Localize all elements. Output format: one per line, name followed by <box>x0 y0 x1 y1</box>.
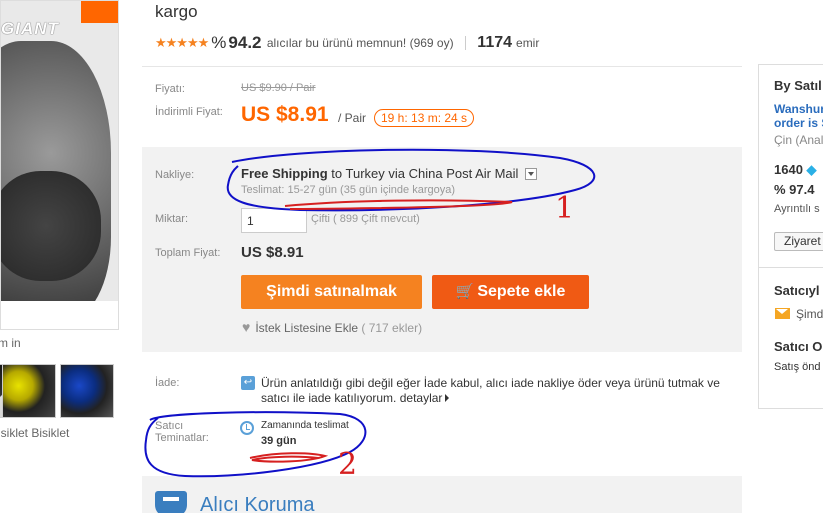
annotation-scribble-days <box>249 452 329 463</box>
shipping-destination[interactable]: Turkey via China Post Air Mail <box>346 166 519 181</box>
brand-logo: GIANT <box>1 19 59 38</box>
star-rating-icon[interactable]: ★★★★★ <box>155 35 209 50</box>
seller-sales-text: Satış önd <box>774 361 821 373</box>
seller-heading: By Satıl <box>774 78 822 93</box>
shipping-to: to <box>331 166 343 181</box>
free-shipping: Free Shipping <box>241 166 328 181</box>
countdown-timer: 19 h: 13 m: 24 s <box>374 109 475 127</box>
seller-score-value: 1640 <box>774 162 803 177</box>
promo-ribbon <box>81 1 118 23</box>
returns-label: İade: <box>155 377 180 389</box>
on-time-delivery-value: 39 gün <box>261 435 297 447</box>
heart-icon: ♥ <box>242 319 251 335</box>
discount-price-label: İndirimli Fiyat: <box>155 106 223 118</box>
return-policy-text: Ürün anlatıldığı gibi değil eğer İade ka… <box>261 376 720 405</box>
wishlist-label: İstek Listesine Ekle <box>255 321 359 335</box>
contact-now-link[interactable]: Şimd <box>796 307 823 321</box>
shipping-label: Nakliye: <box>155 169 195 181</box>
arrow-right-icon <box>445 394 450 402</box>
thumbnail-blue[interactable] <box>60 364 114 418</box>
percent-sign: % <box>211 33 227 52</box>
thumbnail-yellow[interactable] <box>2 364 56 418</box>
shipping-selector[interactable]: Free Shipping to Turkey via China Post A… <box>241 166 538 181</box>
product-gallery: GIANT m in isiklet Bisiklet <box>0 0 122 513</box>
seller-positive-feedback: % 97.4 <box>774 182 815 197</box>
thumbnail-caption: isiklet Bisiklet <box>0 426 70 440</box>
positive-percent: 94.2 <box>228 33 262 52</box>
wishlist-link[interactable]: ♥ İstek Listesine Ekle ( 717 ekler) <box>242 319 422 335</box>
buy-now-button[interactable]: Şimdi satınalmak <box>241 275 422 309</box>
chevron-down-icon[interactable] <box>525 167 538 180</box>
divider <box>464 36 466 50</box>
wishlist-count: ( 717 ekler) <box>361 321 423 335</box>
discount-price: US $8.91 <box>241 103 329 126</box>
positive-text[interactable]: alıcılar bu ürünü memnun! (969 oy) <box>267 36 454 50</box>
shield-icon <box>155 491 187 513</box>
cart-icon: 🛒 <box>455 283 475 300</box>
stock-note: Çifti ( 899 Çift mevcut) <box>311 213 420 225</box>
quantity-input[interactable] <box>241 208 307 233</box>
main-product-image[interactable]: GIANT <box>0 0 119 330</box>
original-price: US $9.90 / Pair <box>241 82 316 94</box>
total-price: US $8.91 <box>241 244 304 261</box>
visit-store-button[interactable]: Ziyaret <box>774 232 823 251</box>
glove-palm-pad <box>1 171 101 281</box>
zoom-hint: m in <box>0 336 21 350</box>
add-to-cart-label: Sepete ekle <box>477 283 566 300</box>
seller-score: 1640 ◆ <box>774 162 817 178</box>
image-bottom-strip <box>1 301 118 329</box>
rating-row: ★★★★★% 94.2 alıcılar bu ürünü memnun! (96… <box>155 33 539 53</box>
price-unit: / Pair <box>338 111 367 125</box>
add-to-cart-button[interactable]: 🛒 Sepete ekle <box>432 275 589 309</box>
divider <box>142 66 742 67</box>
seller-section-heading: Satıcı O <box>774 339 823 354</box>
guarantees-label: Satıcı Teminatlar: <box>155 420 209 444</box>
on-time-delivery-label: Zamanında teslimat <box>261 420 349 431</box>
clock-icon <box>240 421 254 435</box>
return-icon: ↩ <box>241 376 255 390</box>
seller-name-line1: Wanshur <box>774 102 823 116</box>
total-price-label: Toplam Fiyat: <box>155 247 221 259</box>
orders-label: emir <box>516 36 540 50</box>
quantity-label: Miktar: <box>155 213 188 225</box>
seller-name-line2: order is S <box>774 116 823 130</box>
buyer-protection-title: Alıcı Koruma <box>200 494 315 513</box>
seller-details-link[interactable]: Ayrıntılı s <box>774 203 820 215</box>
delivery-estimate: Teslimat: 15-27 gün (35 gün içinde kargo… <box>241 184 456 196</box>
seller-name-link[interactable]: Wanshur order is S <box>774 102 823 130</box>
diamond-icon: ◆ <box>806 162 817 177</box>
contact-seller-heading: Satıcıyl <box>774 283 820 298</box>
mail-icon[interactable] <box>775 308 790 319</box>
details-link[interactable]: detaylar <box>400 391 443 405</box>
orders-count: 1174 <box>477 34 513 51</box>
price-label: Fiyatı: <box>155 83 185 95</box>
return-policy: Ürün anlatıldığı gibi değil eğer İade ka… <box>261 376 731 406</box>
divider <box>758 267 823 268</box>
seller-country: Çin (Anal <box>774 133 823 147</box>
product-title: kargo <box>155 2 198 21</box>
